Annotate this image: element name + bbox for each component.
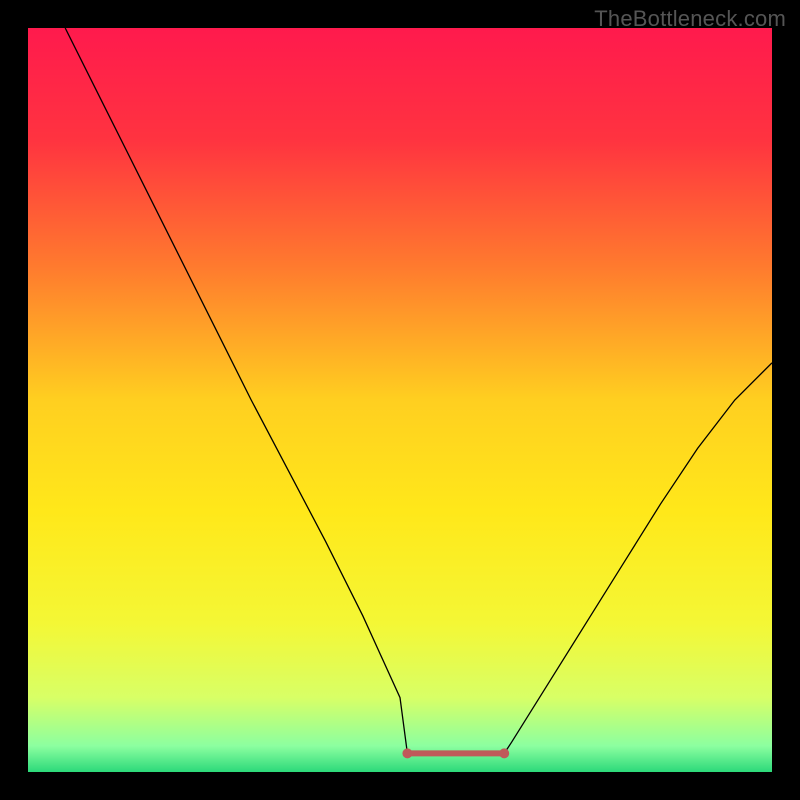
flat-segment-dot (402, 748, 412, 758)
flat-segment-dot (499, 748, 509, 758)
bottleneck-curve-svg (28, 28, 772, 772)
plot-area (28, 28, 772, 772)
bottleneck-curve (65, 28, 772, 753)
chart-root: TheBottleneck.com (0, 0, 800, 800)
